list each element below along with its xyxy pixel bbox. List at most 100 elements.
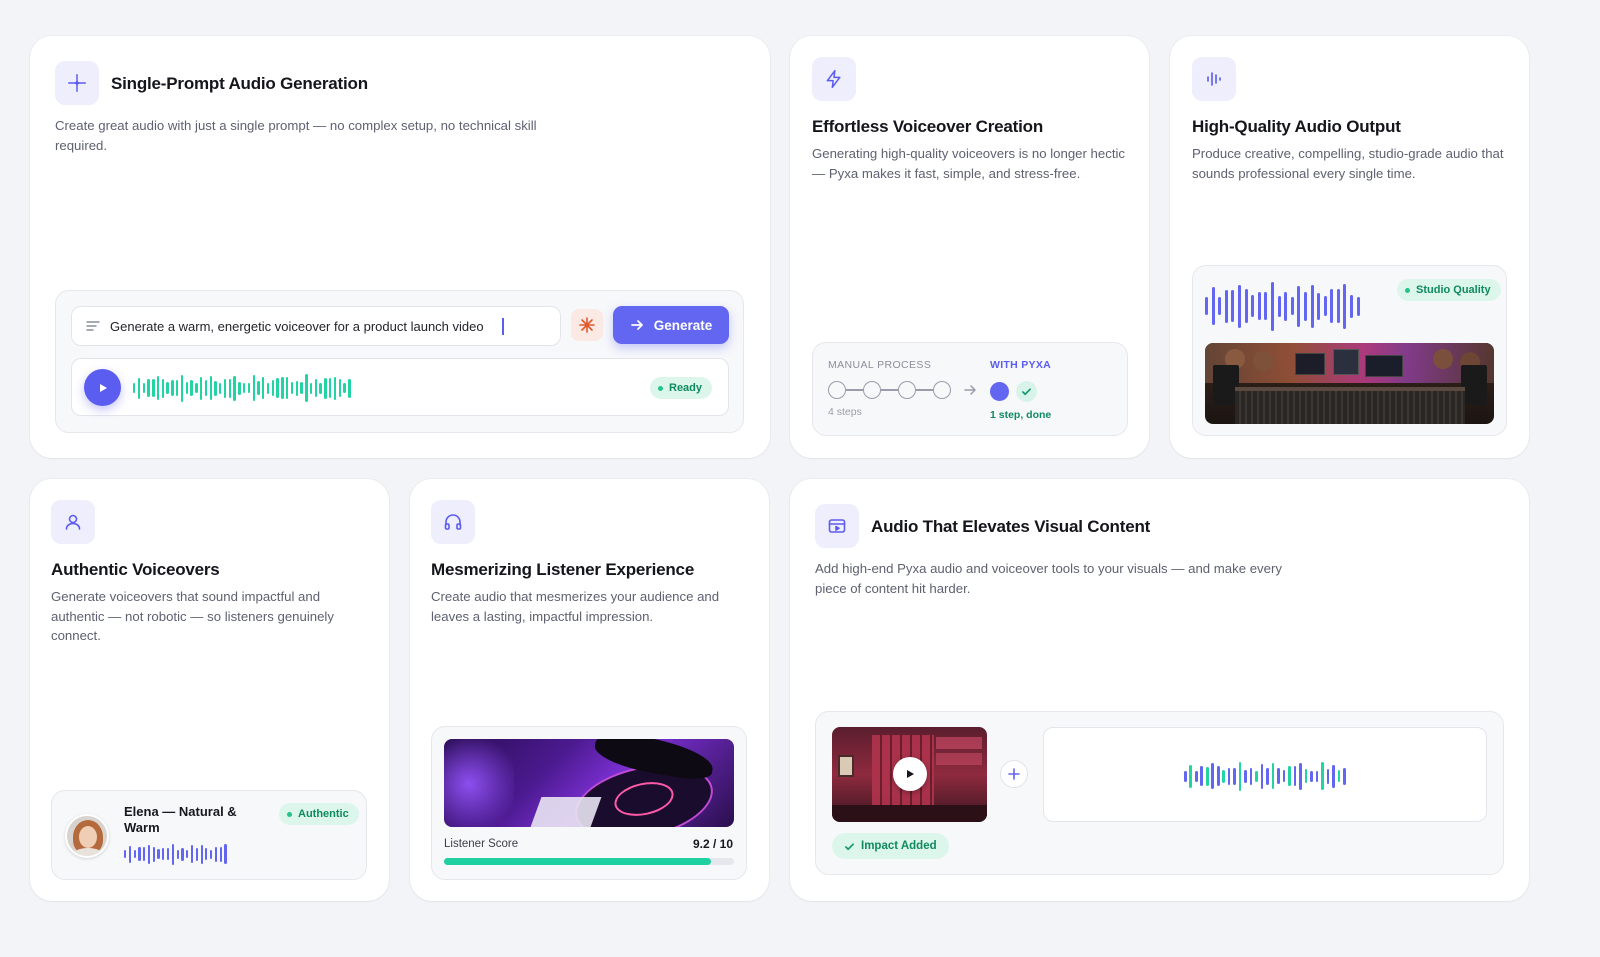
card-description: Generating high-quality voiceovers is no… <box>812 146 1126 181</box>
waveform-bar <box>1326 768 1330 784</box>
play-button[interactable] <box>84 369 121 406</box>
waveform-bar <box>266 382 270 394</box>
waveform-bar <box>156 376 160 400</box>
waveform-bar <box>138 847 141 861</box>
status-badge: Ready <box>650 377 713 399</box>
play-icon <box>99 383 107 392</box>
manual-steps <box>828 381 951 399</box>
waveform-bar <box>133 850 136 858</box>
waveform-bar <box>161 378 165 398</box>
prompt-text: Generate a warm, energetic voiceover for… <box>110 319 484 334</box>
card-title: High-Quality Audio Output <box>1192 117 1401 136</box>
waveform-bar <box>147 379 150 397</box>
waveform-icon <box>1207 72 1221 86</box>
avatar <box>65 814 109 858</box>
card-title: Mesmerizing Listener Experience <box>431 560 695 579</box>
waveform-bar <box>1211 287 1215 325</box>
waveform-bar <box>200 844 203 864</box>
waveform-bar <box>1330 289 1334 323</box>
generate-label: Generate <box>653 317 713 333</box>
card-title: Authentic Voiceovers <box>51 560 220 579</box>
card-title: Effortless Voiceover Creation <box>812 117 1044 136</box>
process-comparison: MANUAL PROCESS 4 steps WITH PYXA 1 step,… <box>812 342 1128 436</box>
waveform-bar <box>142 383 145 393</box>
sparkle-icon-box <box>55 61 99 105</box>
waveform-bar <box>205 848 208 860</box>
waveform-bar <box>1293 766 1297 786</box>
waveform-bar <box>1251 295 1255 317</box>
waveform-bar <box>1337 770 1341 782</box>
waveform-bar <box>1277 295 1281 317</box>
pyxa-label: WITH PYXA <box>990 359 1052 371</box>
waveform-bar <box>1237 284 1241 328</box>
headphones-icon-box <box>431 500 475 544</box>
waveform-bar <box>1332 764 1335 788</box>
waveform-bar <box>171 380 174 396</box>
user-icon-box <box>51 500 95 544</box>
waveform-bar <box>1184 770 1187 782</box>
waveform-bar <box>190 380 193 396</box>
waveform-bar <box>1249 767 1253 785</box>
play-button[interactable] <box>893 757 927 791</box>
user-icon <box>65 514 81 530</box>
waveform-bar <box>1270 281 1274 331</box>
waveform-bar <box>176 380 179 396</box>
generate-button[interactable]: Generate <box>613 306 729 344</box>
video-icon-box <box>815 504 859 548</box>
audio-waveform <box>1205 280 1363 332</box>
waveform-bar <box>195 383 198 393</box>
sparkle-icon <box>68 74 86 92</box>
visual-panel: Impact Added <box>815 711 1504 875</box>
waveform-bar <box>257 381 260 395</box>
style-button[interactable] <box>571 309 603 341</box>
card-visual: Audio That Elevates Visual Content Add h… <box>790 479 1529 901</box>
score-label: Listener Score <box>444 838 519 850</box>
waveform-bar <box>314 379 318 397</box>
score-value: 9.2 / 10 <box>692 837 733 851</box>
waveform-bar <box>247 383 251 393</box>
waveform-bar <box>1271 763 1275 789</box>
waveform-bar <box>152 379 155 397</box>
voice-waveform <box>124 842 229 866</box>
waveform-bar <box>1205 766 1209 786</box>
waveform-bar <box>1304 769 1308 783</box>
waveform-bar <box>219 846 222 862</box>
prompt-input[interactable]: Generate a warm, energetic voiceover for… <box>71 306 561 346</box>
waveform-bar <box>281 377 284 399</box>
check-icon <box>845 842 854 850</box>
waveform-icon-box <box>1192 57 1236 101</box>
waveform-bar <box>276 378 279 398</box>
card-description: Produce creative, compelling, studio-gra… <box>1192 146 1504 181</box>
pyxa-caption: 1 step, done <box>990 409 1052 421</box>
waveform-bar <box>223 378 227 398</box>
waveform-bar <box>176 849 179 859</box>
check-icon <box>1016 381 1037 402</box>
waveform-bar <box>1323 296 1327 316</box>
card-listener: Mesmerizing Listener Experience Create a… <box>410 479 769 901</box>
voice-profile: Elena — Natural & Warm Authentic <box>51 790 367 880</box>
waveform-bar <box>1297 285 1301 327</box>
text-cursor <box>502 318 504 335</box>
waveform-bar <box>1321 762 1324 790</box>
waveform-bar <box>214 380 217 396</box>
waveform-bar <box>128 845 131 863</box>
waveform-bar <box>324 377 327 399</box>
waveform-bar <box>271 380 275 396</box>
waveform-bar <box>319 382 322 394</box>
text-lines-icon <box>86 321 100 331</box>
waveform-bar <box>166 382 169 394</box>
score-bar-fill <box>444 858 711 865</box>
studio-quality-badge: Studio Quality <box>1397 279 1501 301</box>
waveform-bar <box>1233 767 1236 785</box>
card-voiceover: Effortless Voiceover Creation Generating… <box>790 36 1149 458</box>
listener-panel: Listener Score 9.2 / 10 <box>431 726 747 880</box>
video-thumbnail[interactable] <box>832 727 987 822</box>
waveform-bar <box>1266 767 1269 785</box>
waveform-bar <box>137 377 141 399</box>
waveform-bar <box>162 848 165 860</box>
waveform-bar <box>214 846 218 862</box>
audio-waveform <box>133 374 353 402</box>
add-audio-button[interactable] <box>1000 760 1028 788</box>
impact-badge: Impact Added <box>832 833 949 859</box>
waveform-bar <box>1244 289 1248 323</box>
